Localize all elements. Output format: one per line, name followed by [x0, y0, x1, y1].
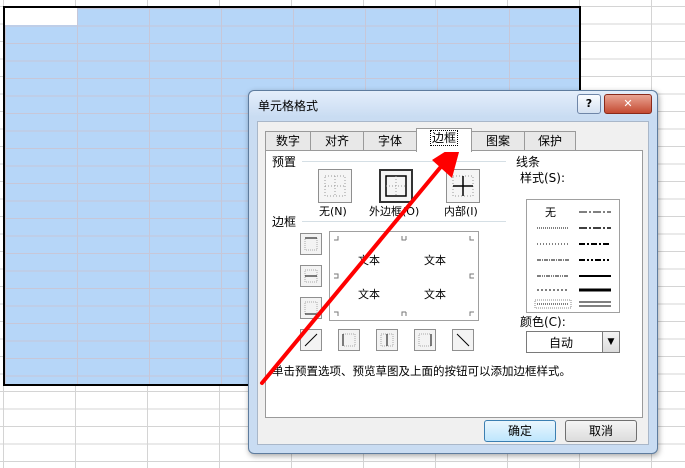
border-separator — [302, 221, 506, 222]
line-style-label: 样式(S): — [520, 171, 566, 185]
line-style-list[interactable]: 无 — [526, 199, 620, 313]
dialog-title: 单元格格式 — [258, 99, 319, 113]
border-diagonal-down-button[interactable] — [452, 329, 474, 351]
border-middle-vertical-icon — [380, 333, 394, 347]
preview-text: 文本 — [424, 254, 446, 267]
preset-none-button[interactable] — [318, 169, 352, 203]
preset-none-label: 无(N) — [319, 205, 347, 218]
tab-protection[interactable]: 保护 — [524, 131, 576, 151]
line-color-value: 自动 — [549, 336, 574, 350]
presets-group-label: 预置 — [272, 155, 297, 169]
line-color-select[interactable]: 自动 ▼ — [526, 331, 620, 353]
border-diagonal-down-icon — [456, 333, 470, 347]
preset-outline-button[interactable] — [379, 169, 413, 203]
border-middle-vertical-button[interactable] — [376, 329, 398, 351]
cancel-button[interactable]: 取消 — [565, 420, 637, 442]
preset-outline-label: 外边框(O) — [369, 205, 420, 218]
preview-corner-marks — [334, 236, 474, 316]
line-group-label: 线条 — [516, 155, 541, 169]
dialog-titlebar[interactable]: 单元格格式 ? ✕ — [249, 91, 657, 117]
tab-border[interactable]: 边框 — [416, 128, 472, 152]
border-right-button[interactable] — [414, 329, 436, 351]
dialog-client: 数字 对齐 字体 边框 图案 保护 预置 无(N) 外边框(O) 内部(I) 边… — [257, 121, 649, 445]
line-style-samples[interactable] — [527, 200, 619, 312]
tab-number[interactable]: 数字 — [265, 131, 311, 151]
preset-inside-label: 内部(I) — [444, 205, 478, 218]
border-bottom-button[interactable] — [300, 297, 322, 319]
tab-patterns[interactable]: 图案 — [471, 131, 525, 151]
preview-text: 文本 — [358, 288, 380, 301]
preview-text: 文本 — [358, 254, 380, 267]
border-left-icon — [342, 333, 356, 347]
format-cells-dialog: 单元格格式 ? ✕ 数字 对齐 字体 边框 图案 保护 预置 无(N) 外边框(… — [248, 90, 658, 454]
border-middle-horizontal-button[interactable] — [300, 265, 322, 287]
border-right-icon — [418, 333, 432, 347]
border-preview[interactable]: 文本 文本 文本 文本 — [329, 231, 479, 321]
tab-alignment[interactable]: 对齐 — [310, 131, 364, 151]
border-diagonal-up-button[interactable] — [300, 329, 322, 351]
border-left-button[interactable] — [338, 329, 360, 351]
border-none-icon — [324, 175, 346, 197]
presets-separator — [302, 161, 506, 162]
border-middle-horizontal-icon — [304, 269, 318, 283]
border-group-label: 边框 — [272, 215, 297, 229]
help-button[interactable]: ? — [577, 94, 601, 114]
border-bottom-icon — [304, 301, 318, 315]
border-tab-panel: 预置 无(N) 外边框(O) 内部(I) 边框 文本 文本 文本 文本 线条 样… — [265, 150, 643, 418]
close-button[interactable]: ✕ — [604, 94, 652, 114]
preset-inside-button[interactable] — [446, 169, 480, 203]
active-cell[interactable] — [5, 8, 77, 25]
preview-text: 文本 — [424, 288, 446, 301]
border-diagonal-up-icon — [304, 333, 318, 347]
ok-button[interactable]: 确定 — [484, 420, 556, 442]
border-hint-text: 单击预置选项、预览草图及上面的按钮可以添加边框样式。 — [272, 364, 571, 378]
line-color-label: 颜色(C): — [520, 315, 566, 329]
tab-font[interactable]: 字体 — [363, 131, 417, 151]
border-outline-icon — [385, 175, 407, 197]
border-top-icon — [304, 237, 318, 251]
border-top-button[interactable] — [300, 233, 322, 255]
chevron-down-icon[interactable]: ▼ — [602, 332, 619, 352]
border-inside-icon — [452, 175, 474, 197]
